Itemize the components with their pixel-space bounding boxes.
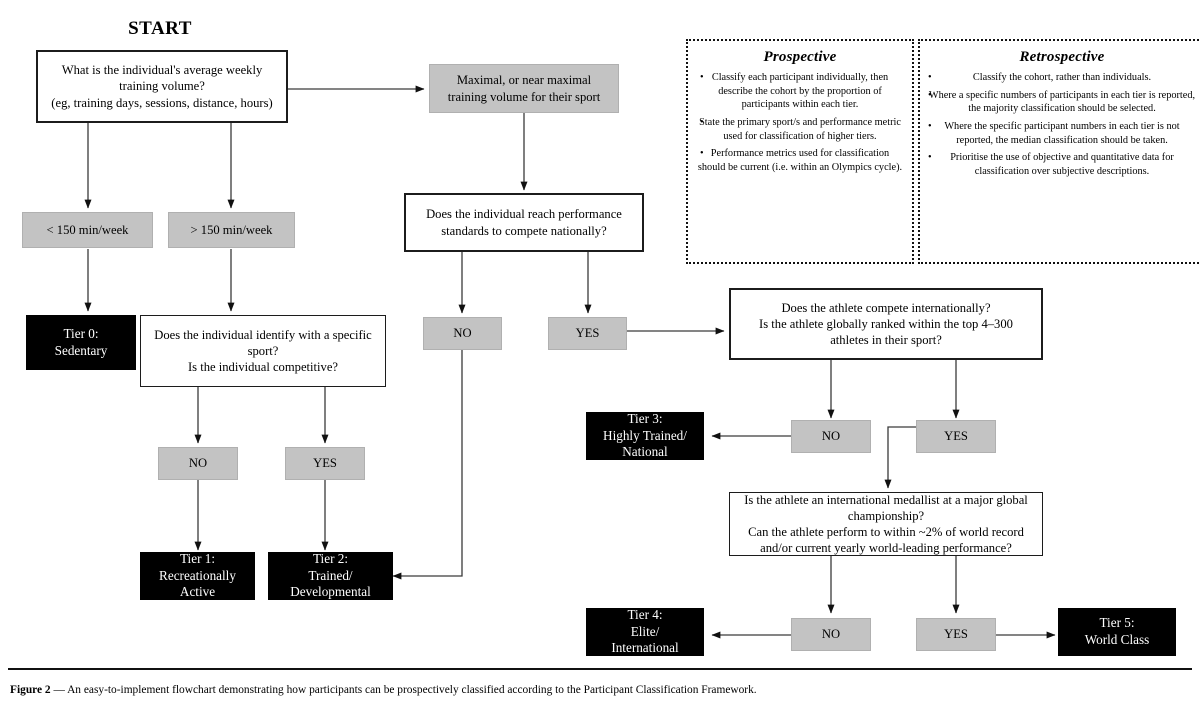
tier2-box: Tier 2: Trained/ Developmental <box>268 550 393 600</box>
prospective-item-0: Classify each participant individually, … <box>711 72 889 111</box>
volume-high-box: > 150 min/week <box>168 212 295 248</box>
international-no-text: NO <box>821 429 841 444</box>
national-no-box: NO <box>423 317 502 350</box>
prospective-item-2: Performance metrics used for classificat… <box>697 148 903 174</box>
list-item: Performance metrics used for classificat… <box>696 147 904 174</box>
caption-body: An easy-to-implement flowchart demonstra… <box>67 684 757 696</box>
identify-yes-box: YES <box>285 447 365 480</box>
international-question-text: Does the athlete compete internationally… <box>759 300 1013 348</box>
medallist-no-text: NO <box>821 627 841 642</box>
tier4-box: Tier 4: Elite/ International <box>586 606 704 656</box>
retrospective-item-3: Prioritise the use of objective and quan… <box>950 152 1174 178</box>
prospective-title: Prospective <box>763 49 837 65</box>
tier0-box: Tier 0: Sedentary <box>26 315 136 370</box>
retrospective-panel: Retrospective Classify the cohort, rathe… <box>918 39 1200 264</box>
list-item: Where a specific numbers of participants… <box>928 89 1196 116</box>
international-yes-text: YES <box>944 429 968 444</box>
maximal-volume-box: Maximal, or near maximal training volume… <box>429 64 619 113</box>
national-standard-box: Does the individual reach performance st… <box>404 193 644 252</box>
international-yes-box: YES <box>916 420 996 453</box>
maximal-volume-text: Maximal, or near maximal training volume… <box>447 73 601 104</box>
national-yes-box: YES <box>548 317 627 350</box>
caption-dash: — <box>53 684 65 696</box>
identify-no-box: NO <box>158 447 238 480</box>
prospective-list: Classify each participant individually, … <box>696 71 904 175</box>
identify-no-text: NO <box>188 456 208 471</box>
caption-label: Figure 2 <box>10 684 51 696</box>
medallist-question-text: Is the athlete an international medallis… <box>744 492 1028 556</box>
tier3-box: Tier 3: Highly Trained/ National <box>586 410 704 460</box>
medallist-question-box: Is the athlete an international medallis… <box>729 492 1043 556</box>
start-question-text: What is the individual's average weekly … <box>51 63 273 110</box>
prospective-item-1: State the primary sport/s and performanc… <box>699 117 901 142</box>
figure-caption: Figure 2 — An easy-to-implement flowchar… <box>10 684 1190 696</box>
volume-low-text: < 150 min/week <box>46 222 129 237</box>
start-label: START <box>128 18 192 39</box>
volume-low-box: < 150 min/week <box>22 212 153 248</box>
prospective-panel: Prospective Classify each participant in… <box>686 39 914 264</box>
tier2-text: Tier 2: Trained/ Developmental <box>290 550 371 600</box>
retrospective-item-1: Where a specific numbers of participants… <box>928 89 1196 115</box>
identify-sport-box: Does the individual identify with a spec… <box>140 315 386 387</box>
medallist-no-box: NO <box>791 618 871 651</box>
arrow-international-yes-to-medallist <box>884 426 916 489</box>
identify-yes-text: YES <box>313 456 337 471</box>
international-no-box: NO <box>791 420 871 453</box>
tier3-text: Tier 3: Highly Trained/ National <box>603 410 687 460</box>
tier1-text: Tier 1: Recreationally Active <box>159 550 236 600</box>
retrospective-item-2: Where the specific participant numbers i… <box>944 121 1180 146</box>
national-yes-text: YES <box>575 326 600 341</box>
start-question-box: What is the individual's average weekly … <box>36 50 288 123</box>
arrow-national-no-to-tier2 <box>392 350 463 580</box>
national-no-text: NO <box>453 326 472 341</box>
tier4-text: Tier 4: Elite/ International <box>611 606 679 656</box>
retrospective-title: Retrospective <box>1019 49 1105 65</box>
tier5-text: Tier 5: World Class <box>1084 615 1150 647</box>
flowchart-figure: START What is the individual's average w… <box>0 0 1200 707</box>
retrospective-item-0: Classify the cohort, rather than individ… <box>972 72 1152 83</box>
tier1-box: Tier 1: Recreationally Active <box>140 550 255 600</box>
medallist-yes-text: YES <box>944 627 968 642</box>
tier5-box: Tier 5: World Class <box>1058 608 1176 656</box>
retrospective-list: Classify the cohort, rather than individ… <box>928 71 1196 179</box>
list-item: Classify each participant individually, … <box>696 71 904 112</box>
list-item: Classify the cohort, rather than individ… <box>928 71 1196 85</box>
list-item: Prioritise the use of objective and quan… <box>928 151 1196 178</box>
list-item: Where the specific participant numbers i… <box>928 120 1196 147</box>
national-standard-text: Does the individual reach performance st… <box>426 207 622 238</box>
volume-high-text: > 150 min/week <box>190 222 273 237</box>
tier0-text: Tier 0: Sedentary <box>54 325 108 358</box>
international-question-box: Does the athlete compete internationally… <box>729 288 1043 360</box>
caption-divider-top <box>8 668 1192 670</box>
identify-sport-text: Does the individual identify with a spec… <box>154 327 372 375</box>
medallist-yes-box: YES <box>916 618 996 651</box>
list-item: State the primary sport/s and performanc… <box>696 116 904 143</box>
